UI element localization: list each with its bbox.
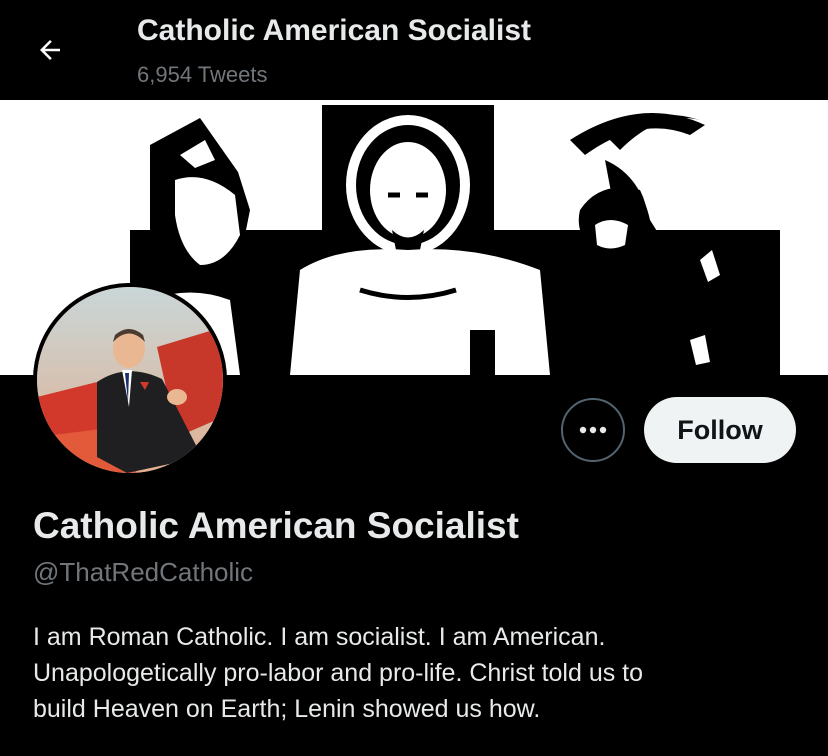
back-button[interactable] [28,28,72,72]
profile-header-bar: Catholic American Socialist 6,954 Tweets [0,0,828,100]
bio-line: build Heaven on Earth; Lenin showed us h… [33,695,541,723]
tweet-count: 6,954 Tweets [137,62,268,87]
profile-avatar[interactable] [33,283,227,477]
profile-bio: I am Roman Catholic. I am socialist. I a… [33,619,813,727]
arrow-left-icon [40,40,60,60]
header-title: Catholic American Socialist [137,14,532,47]
bio-line: Unapologetically pro-labor and pro-life.… [33,659,644,687]
avatar-image [37,287,223,473]
follow-button[interactable]: Follow [644,397,796,463]
ellipsis-icon [579,426,607,434]
display-name: Catholic American Socialist [33,505,519,546]
bio-line: I am Roman Catholic. I am socialist. I a… [33,623,606,651]
user-handle: @ThatRedCatholic [33,557,254,587]
more-options-button[interactable] [561,398,625,462]
